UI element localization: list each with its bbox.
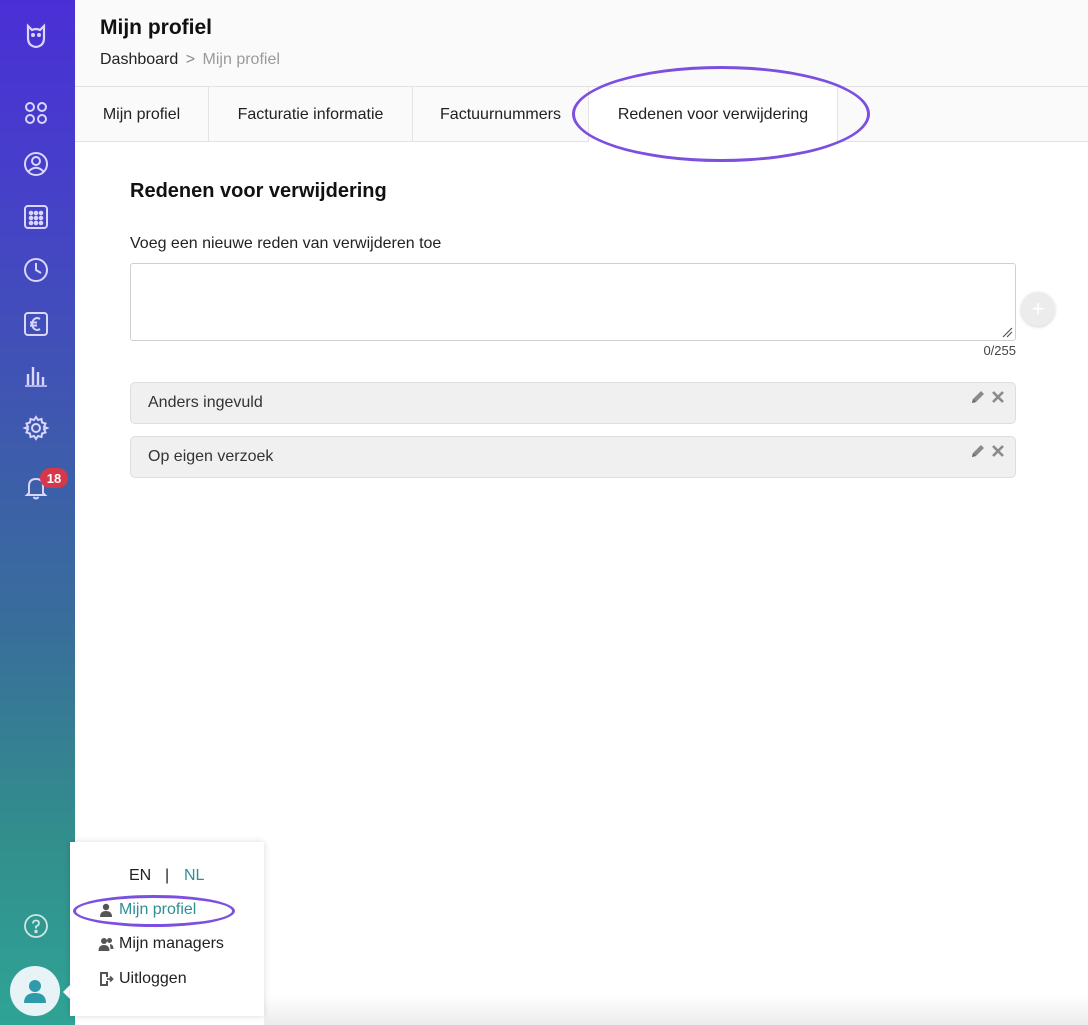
clock-icon[interactable] bbox=[20, 254, 52, 286]
user-icon[interactable] bbox=[20, 148, 52, 180]
menu-item-label: Uitloggen bbox=[119, 970, 187, 987]
delete-close-icon[interactable] bbox=[989, 442, 1007, 460]
app-root: 18 Mijn profiel Dashboard > Mijn profiel… bbox=[0, 0, 1088, 1025]
avatar-icon bbox=[24, 980, 46, 1003]
resize-grip-icon[interactable] bbox=[1001, 326, 1013, 338]
tab-redenen-voor-verwijdering[interactable]: Redenen voor verwijdering bbox=[589, 87, 838, 143]
page-title: Mijn profiel bbox=[100, 16, 212, 39]
page-header: Mijn profiel Dashboard > Mijn profiel bbox=[75, 0, 1088, 87]
menu-item-label: Mijn profiel bbox=[119, 901, 197, 918]
menu-item-mijn-profiel[interactable]: Mijn profiel bbox=[98, 901, 196, 919]
reason-input[interactable] bbox=[130, 263, 1016, 341]
bottom-fade bbox=[264, 995, 1088, 1025]
language-nl-link[interactable]: NL bbox=[184, 867, 204, 885]
add-reason-button[interactable]: + bbox=[1021, 292, 1055, 326]
sidebar: 18 bbox=[0, 0, 75, 1025]
reason-list-item: Anders ingevuld bbox=[130, 382, 1016, 424]
help-icon[interactable] bbox=[20, 910, 52, 942]
language-separator: | bbox=[165, 867, 170, 884]
breadcrumb-home-link[interactable]: Dashboard bbox=[100, 51, 178, 68]
notification-badge: 18 bbox=[40, 468, 68, 488]
profile-menu: EN | NL Mijn profiel Mijn managers Uitlo… bbox=[70, 842, 264, 1016]
reason-label: Op eigen verzoek bbox=[148, 448, 274, 465]
user-icon bbox=[98, 902, 114, 918]
language-en-link[interactable]: EN bbox=[129, 867, 151, 885]
edit-pencil-icon[interactable] bbox=[969, 442, 987, 460]
dashboard-icon[interactable] bbox=[20, 97, 52, 129]
settings-icon[interactable] bbox=[20, 412, 52, 444]
menu-item-label: Mijn managers bbox=[119, 935, 224, 952]
chart-icon[interactable] bbox=[20, 359, 52, 391]
reason-label: Anders ingevuld bbox=[148, 394, 263, 411]
menu-item-uitloggen[interactable]: Uitloggen bbox=[98, 970, 187, 988]
logout-icon bbox=[98, 971, 114, 987]
tab-factuurnummers[interactable]: Factuurnummers bbox=[413, 87, 589, 142]
breadcrumb-current: Mijn profiel bbox=[202, 51, 280, 68]
reason-list-item: Op eigen verzoek bbox=[130, 436, 1016, 478]
avatar-button[interactable] bbox=[10, 966, 60, 1016]
users-icon bbox=[98, 936, 114, 952]
calendar-icon[interactable] bbox=[20, 201, 52, 233]
tab-bar: Mijn profiel Facturatie informatie Factu… bbox=[75, 87, 1088, 143]
reason-input-label: Voeg een nieuwe reden van verwijderen to… bbox=[130, 235, 442, 252]
breadcrumb-separator: > bbox=[185, 51, 196, 68]
menu-item-mijn-managers[interactable]: Mijn managers bbox=[98, 935, 224, 953]
app-logo-icon[interactable] bbox=[20, 20, 52, 52]
section-title: Redenen voor verwijdering bbox=[130, 180, 387, 202]
edit-pencil-icon[interactable] bbox=[969, 388, 987, 406]
tab-mijn-profiel[interactable]: Mijn profiel bbox=[75, 87, 209, 142]
char-counter: 0/255 bbox=[983, 343, 1016, 358]
euro-icon[interactable] bbox=[20, 308, 52, 340]
delete-close-icon[interactable] bbox=[989, 388, 1007, 406]
breadcrumb: Dashboard > Mijn profiel bbox=[100, 51, 280, 69]
tab-facturatie-informatie[interactable]: Facturatie informatie bbox=[209, 87, 413, 142]
